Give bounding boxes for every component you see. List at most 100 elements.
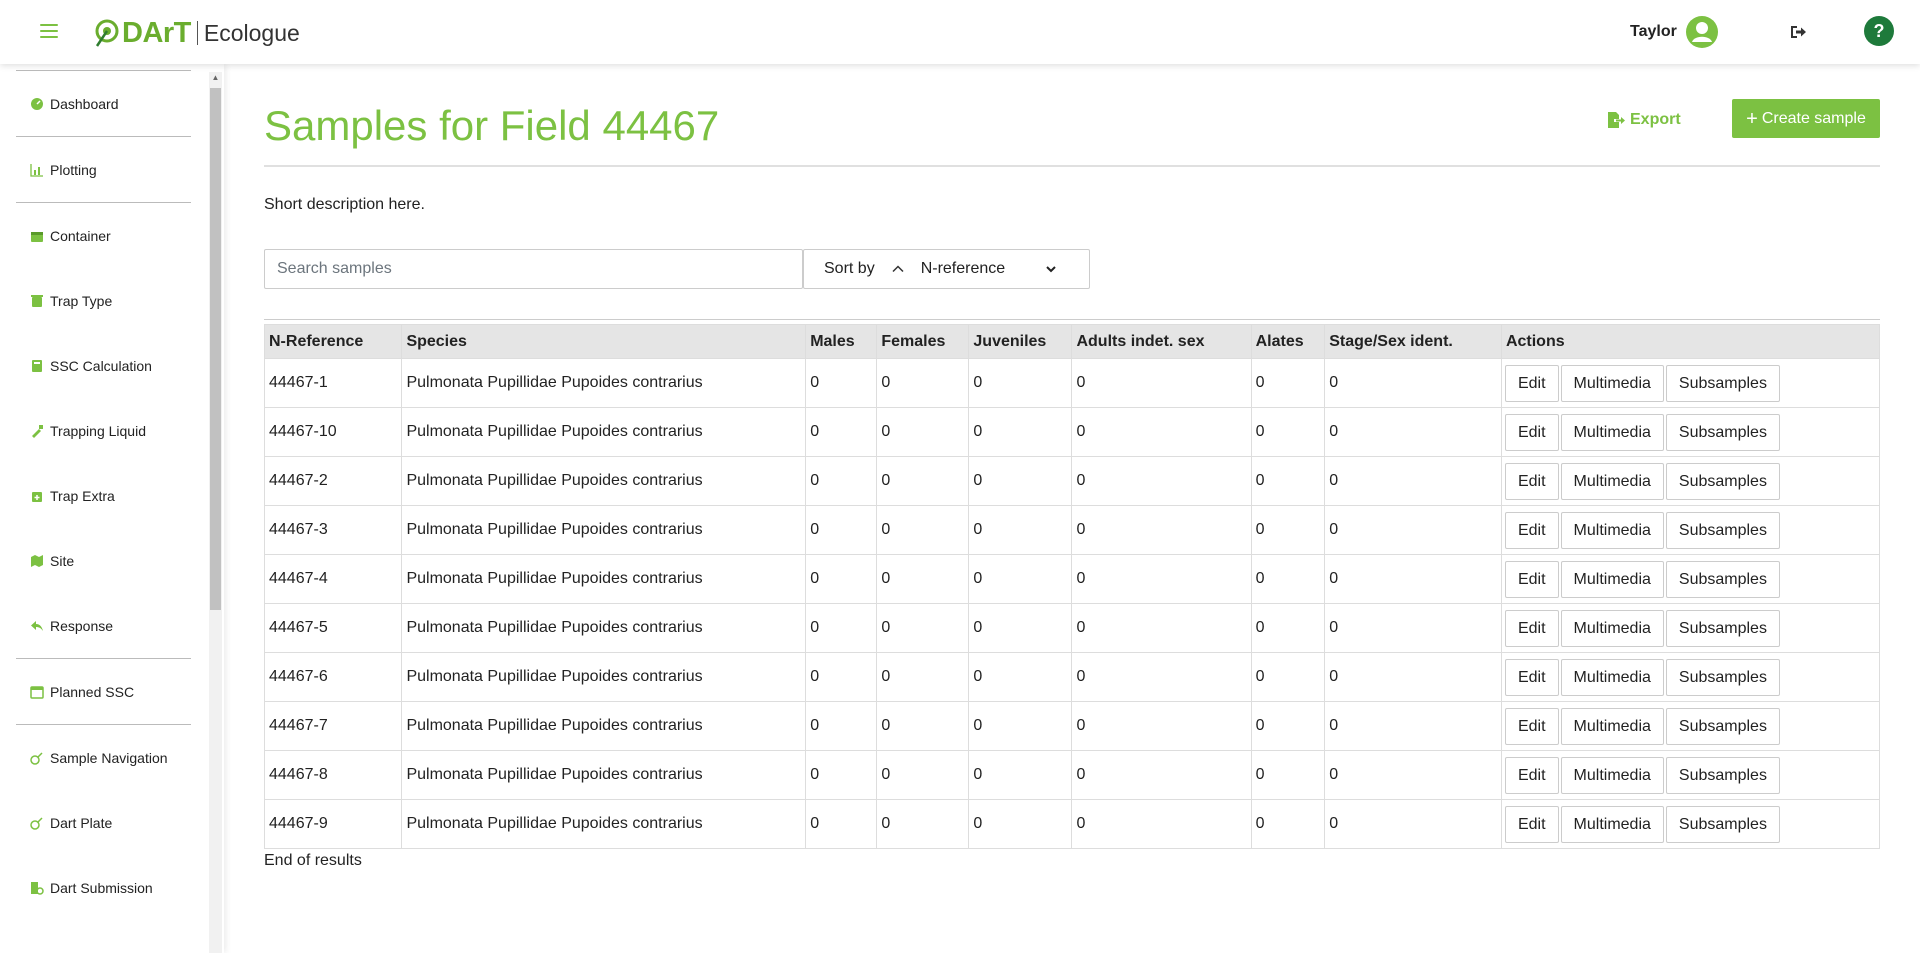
multimedia-button[interactable]: Multimedia <box>1560 560 1664 598</box>
edit-button[interactable]: Edit <box>1504 707 1559 745</box>
edit-button[interactable]: Edit <box>1504 560 1559 598</box>
sort-direction-chevron-up-icon[interactable] <box>891 262 905 276</box>
table-cell: 0 <box>1324 603 1502 653</box>
user-name[interactable]: Taylor <box>1630 23 1677 41</box>
table-cell: 0 <box>1071 799 1252 849</box>
subsamples-button[interactable]: Subsamples <box>1665 462 1780 500</box>
multimedia-button[interactable]: Multimedia <box>1560 658 1664 696</box>
multimedia-button[interactable]: Multimedia <box>1560 413 1664 451</box>
subsamples-button[interactable]: Subsamples <box>1665 707 1780 745</box>
logo[interactable]: DArT Ecologue <box>94 14 300 52</box>
sidebar-item-dashboard[interactable]: Dashboard <box>16 71 191 136</box>
table-cell: 0 <box>1250 456 1326 506</box>
table-cell: 0 <box>1071 652 1252 702</box>
sidebar-item-trap-type[interactable]: Trap Type <box>16 268 191 333</box>
edit-button[interactable]: Edit <box>1504 364 1559 402</box>
table-cell: 0 <box>1250 603 1326 653</box>
trap-type-icon <box>30 294 44 308</box>
column-header[interactable]: Females <box>876 324 970 359</box>
table-cell: 0 <box>968 603 1073 653</box>
column-header[interactable]: Alates <box>1250 324 1326 359</box>
subsamples-button[interactable]: Subsamples <box>1665 658 1780 696</box>
sidebar-item-dart-submission[interactable]: Dart Submission <box>16 855 191 920</box>
edit-button[interactable]: Edit <box>1504 511 1559 549</box>
table-cell: Pulmonata Pupillidae Pupoides contrarius <box>401 554 807 604</box>
menu-icon[interactable] <box>38 20 60 42</box>
page-description: Short description here. <box>264 196 425 213</box>
user-avatar-icon[interactable] <box>1686 16 1718 48</box>
search-input[interactable] <box>264 249 803 289</box>
table-header-row: N-Reference Species Males Females Juveniles A… <box>263 324 1881 359</box>
end-of-results: End of results <box>264 852 362 869</box>
sidebar-item-planned-ssc[interactable]: Planned SSC <box>16 659 191 724</box>
table-cell: 0 <box>805 701 878 751</box>
actions-cell: Edit Multimedia Subsamples <box>1500 505 1881 555</box>
scrollbar-thumb[interactable] <box>210 88 221 610</box>
edit-button[interactable]: Edit <box>1504 756 1559 794</box>
multimedia-button[interactable]: Multimedia <box>1560 364 1664 402</box>
create-sample-button[interactable]: + Create sample <box>1732 99 1880 138</box>
table-cell: 0 <box>805 603 878 653</box>
subsamples-button[interactable]: Subsamples <box>1665 609 1780 647</box>
column-header[interactable]: Stage/Sex ident. <box>1324 324 1502 359</box>
edit-button[interactable]: Edit <box>1504 609 1559 647</box>
multimedia-button[interactable]: Multimedia <box>1560 756 1664 794</box>
column-header[interactable]: Species <box>401 324 807 359</box>
sidebar-item-sample-navigation[interactable]: Sample Navigation <box>16 725 191 790</box>
edit-button[interactable]: Edit <box>1504 413 1559 451</box>
sidebar-item-response[interactable]: Response <box>16 593 191 658</box>
table-cell: 0 <box>1324 750 1502 800</box>
sidebar-item-container[interactable]: Container <box>16 203 191 268</box>
column-header[interactable]: Males <box>805 324 878 359</box>
table-cell: 0 <box>1071 505 1252 555</box>
multimedia-button[interactable]: Multimedia <box>1560 511 1664 549</box>
logout-icon[interactable] <box>1788 22 1808 42</box>
table-cell: Pulmonata Pupillidae Pupoides contrarius <box>401 603 807 653</box>
edit-button[interactable]: Edit <box>1504 462 1559 500</box>
actions-cell: Edit Multimedia Subsamples <box>1500 407 1881 457</box>
table-cell: 44467-3 <box>263 505 403 555</box>
table-cell: 0 <box>876 603 970 653</box>
sidebar-item-site[interactable]: Site <box>16 528 191 593</box>
table-cell: 0 <box>876 652 970 702</box>
table-cell: 0 <box>1250 505 1326 555</box>
sidebar-item-ssc-calculation[interactable]: SSC Calculation <box>16 333 191 398</box>
column-header[interactable]: Adults indet. sex <box>1071 324 1252 359</box>
logo-text: DArT <box>122 16 191 49</box>
logo-mark-icon <box>95 19 119 47</box>
sort-selected-value: N-reference <box>920 260 1006 277</box>
dropper-icon <box>30 424 44 438</box>
sort-select[interactable]: N-reference <box>921 260 1057 278</box>
sample-icon <box>30 751 44 765</box>
sidebar-item-trapping-liquid[interactable]: Trapping Liquid <box>16 398 191 463</box>
help-button[interactable]: ? <box>1864 16 1894 46</box>
multimedia-button[interactable]: Multimedia <box>1560 707 1664 745</box>
sidebar-item-dart-plate[interactable]: Dart Plate <box>16 790 191 855</box>
multimedia-button[interactable]: Multimedia <box>1560 805 1664 843</box>
column-header[interactable]: Juveniles <box>968 324 1073 359</box>
sidebar-item-trap-extra[interactable]: Trap Extra <box>16 463 191 528</box>
subsamples-button[interactable]: Subsamples <box>1665 756 1780 794</box>
multimedia-button[interactable]: Multimedia <box>1560 609 1664 647</box>
scroll-up-arrow-icon[interactable]: ▲ <box>209 72 222 84</box>
subsamples-button[interactable]: Subsamples <box>1665 364 1780 402</box>
table-cell: 0 <box>1324 701 1502 751</box>
subsamples-button[interactable]: Subsamples <box>1665 805 1780 843</box>
subsamples-button[interactable]: Subsamples <box>1665 511 1780 549</box>
multimedia-button[interactable]: Multimedia <box>1560 462 1664 500</box>
export-button[interactable]: Export <box>1606 102 1681 138</box>
column-header[interactable]: N-Reference <box>263 324 403 359</box>
edit-button[interactable]: Edit <box>1504 658 1559 696</box>
subsamples-button[interactable]: Subsamples <box>1665 560 1780 598</box>
column-header[interactable]: Actions <box>1500 324 1881 359</box>
table-row: 44467-6 Pulmonata Pupillidae Pupoides con… <box>263 652 1881 702</box>
table-cell: 0 <box>1250 554 1326 604</box>
top-bar: DArT Ecologue Taylor ? <box>0 0 1920 64</box>
sidebar-item-plotting[interactable]: Plotting <box>16 137 191 202</box>
sidebar-scrollbar[interactable]: ▲ <box>209 72 222 953</box>
subsamples-button[interactable]: Subsamples <box>1665 413 1780 451</box>
logo-subtitle: Ecologue <box>203 19 300 46</box>
table-cell: 0 <box>1250 652 1326 702</box>
edit-button[interactable]: Edit <box>1504 805 1559 843</box>
table-cell: 0 <box>876 701 970 751</box>
